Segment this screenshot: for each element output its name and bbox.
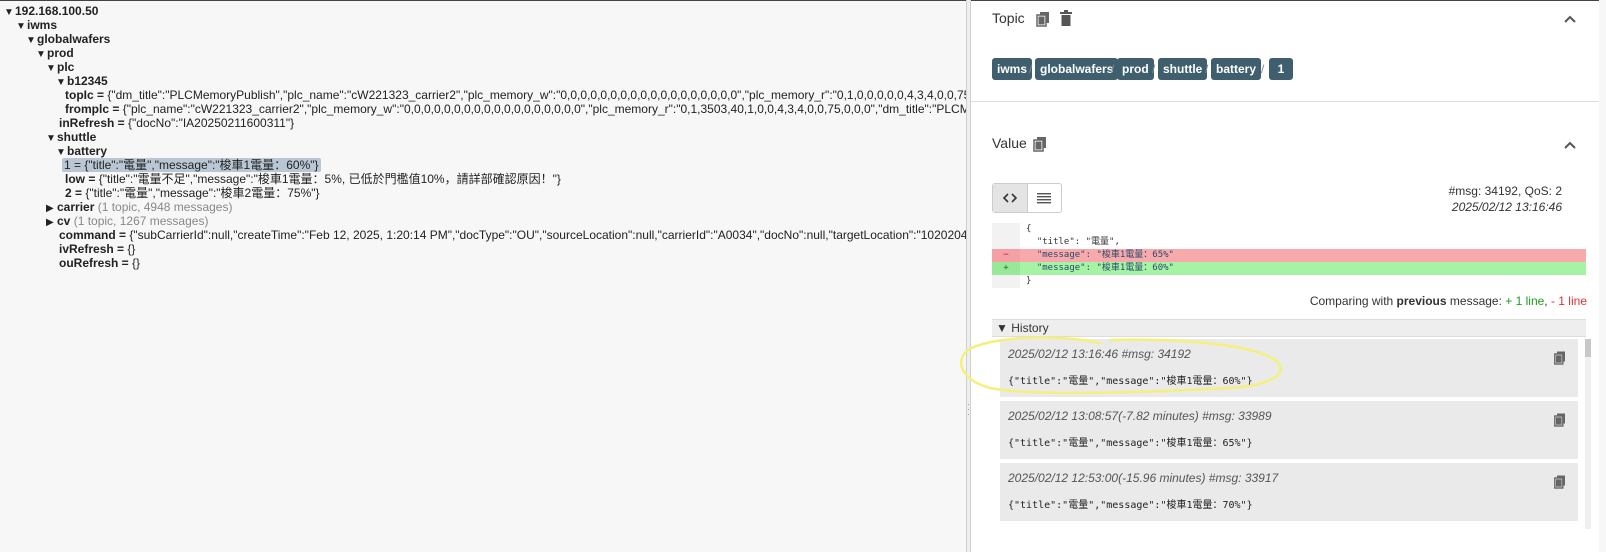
tree-leaf-battery-low[interactable]: low = {"title":"電量不足","message":"梭車1電量：5… (65, 172, 561, 186)
diff-view-button[interactable] (993, 184, 1028, 212)
history-scrollbar[interactable] (1585, 339, 1591, 529)
collapse-value-chevron-icon[interactable] (1563, 140, 1577, 150)
breadcrumb-separator: / (1261, 62, 1265, 76)
breadcrumb-shuttle[interactable]: shuttle (1158, 58, 1208, 80)
diff-line: "title": "電量", (992, 236, 1586, 249)
message-info: #msg: 34192, QoS: 2 (1448, 184, 1562, 198)
breadcrumb-iwms[interactable]: iwms (992, 58, 1033, 80)
breadcrumb-separator: / (1152, 62, 1156, 76)
breadcrumb-prod[interactable]: prod (1117, 58, 1154, 80)
copy-icon[interactable] (1036, 11, 1050, 27)
section-divider (971, 101, 1599, 102)
code-icon (1002, 193, 1017, 203)
tree-leaf-command[interactable]: command = {"subCarrierId":null,"createTi… (59, 228, 966, 242)
expanded-arrow-icon[interactable]: ▼ (4, 6, 15, 20)
value-diff-viewer: { "title": "電量", − "message": "梭車1電量：65%"… (992, 223, 1586, 291)
tree-leaf-ivrefresh[interactable]: ivRefresh = {} (59, 242, 135, 256)
history-item[interactable]: 2025/02/12 13:08:57(-7.82 minutes) #msg:… (1000, 401, 1578, 459)
tree-leaf-battery-2[interactable]: 2 = {"title":"電量","message":"梭車2電量：75%"} (65, 186, 320, 200)
collapsed-arrow-icon[interactable]: ▶ (46, 216, 57, 230)
diff-line: { (992, 223, 1586, 236)
diff-gutter: + (992, 262, 1020, 275)
tree-leaf-fromplc[interactable]: fromplc = {"plc_name":"cW221323_carrier2… (65, 102, 966, 116)
diff-gutter: − (992, 249, 1020, 262)
breadcrumb-globalwafers[interactable]: globalwafers (1035, 58, 1119, 80)
history-toggle[interactable]: ▼ History (992, 319, 1586, 337)
diff-code: } (1026, 276, 1032, 286)
lines-icon (1037, 193, 1052, 204)
diff-gutter (992, 275, 1020, 288)
topic-section-title: Topic (992, 10, 1025, 26)
breadcrumb-separator: / (1111, 62, 1115, 76)
topic-tree: ▼192.168.100.50 ▼iwms ▼globalwafers ▼pro… (0, 0, 966, 552)
breadcrumb-battery[interactable]: battery (1211, 58, 1262, 80)
delete-icon[interactable] (1059, 10, 1073, 26)
diff-gutter (992, 223, 1020, 236)
copy-icon[interactable] (1033, 136, 1047, 152)
collapse-topic-chevron-icon[interactable] (1563, 14, 1577, 24)
tree-leaf-battery-1-selected[interactable]: 1 = {"title":"電量","message":"梭車1電量：60%"} (62, 158, 321, 172)
details-panel: Topic iwms / globalwafers / prod / shutt… (971, 0, 1599, 552)
scrollbar-thumb[interactable] (1585, 339, 1591, 357)
drag-grip-icon[interactable]: · · · (967, 400, 970, 419)
diff-code: "message": "梭車1電量：60%" (1026, 263, 1174, 273)
tree-leaf-ourefresh[interactable]: ouRefresh = {} (59, 256, 140, 270)
history-item[interactable]: 2025/02/12 12:53:00(-15.96 minutes) #msg… (1000, 463, 1578, 521)
diff-line: } (992, 275, 1586, 288)
copy-icon[interactable] (1554, 351, 1566, 365)
tree-leaf-inrefresh[interactable]: inRefresh = {"docNo":"IA20250211600311"} (59, 116, 294, 130)
tree-leaf-toplc[interactable]: topIc = {"dm_title":"PLCMemoryPublish","… (65, 88, 966, 102)
copy-icon[interactable] (1554, 413, 1566, 427)
breadcrumb-separator: / (1205, 62, 1209, 76)
diff-gutter (992, 236, 1020, 249)
diff-code: "title": "電量", (1026, 237, 1120, 247)
view-mode-toggle[interactable] (992, 183, 1062, 213)
value-section-title: Value (992, 135, 1027, 151)
history-item[interactable]: 2025/02/12 13:16:46 #msg: 34192 {"title"… (1000, 339, 1578, 397)
diff-code: { (1026, 224, 1032, 234)
diff-code: "message": "梭車1電量：65%" (1026, 250, 1174, 260)
compare-summary: Comparing with previous message: + 1 lin… (1309, 294, 1587, 308)
copy-icon[interactable] (1554, 475, 1566, 489)
breadcrumb-1[interactable]: 1 (1269, 58, 1293, 80)
message-timestamp: 2025/02/12 13:16:46 (1451, 200, 1562, 214)
expanded-arrow-icon: ▼ (996, 321, 1008, 335)
raw-view-button[interactable] (1028, 184, 1062, 212)
breadcrumb-separator: / (1029, 62, 1033, 76)
diff-removed-line: − "message": "梭車1電量：65%" (992, 249, 1586, 262)
diff-added-line: + "message": "梭車1電量：60%" (992, 262, 1586, 275)
